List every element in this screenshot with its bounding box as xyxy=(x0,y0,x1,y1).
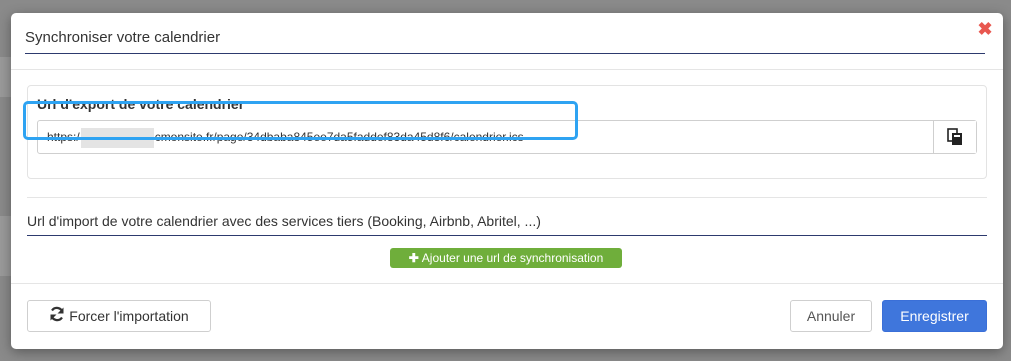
export-url-input[interactable]: https:/ cmonsite.fr/page/34dbaba845ee7da5… xyxy=(38,121,933,153)
export-panel: Url d'export de votre calendrier https:/… xyxy=(27,85,987,179)
force-import-button[interactable]: Forcer l'importation xyxy=(27,300,211,332)
copy-url-button[interactable] xyxy=(933,121,976,153)
plus-icon: ✚ xyxy=(408,251,419,265)
export-url-label: Url d'export de votre calendrier xyxy=(37,96,245,112)
import-url-label: Url d'import de votre calendrier avec de… xyxy=(27,213,987,236)
modal-footer-divider xyxy=(11,283,1003,284)
force-import-label: Forcer l'importation xyxy=(69,308,189,324)
cancel-button[interactable]: Annuler xyxy=(790,300,872,332)
modal-header: Synchroniser votre calendrier ✖ xyxy=(11,13,1003,70)
url-prefix: https:/ xyxy=(47,130,80,144)
save-button[interactable]: Enregistrer xyxy=(882,300,987,332)
url-suffix: cmonsite.fr/page/34dbaba845ee7da5faddef8… xyxy=(154,130,524,144)
section-divider xyxy=(27,197,987,198)
copy-icon xyxy=(947,128,962,145)
add-sync-url-label: Ajouter une url de synchronisation xyxy=(421,251,604,265)
redacted-region xyxy=(80,127,154,148)
modal-title: Synchroniser votre calendrier xyxy=(25,29,985,54)
close-icon[interactable]: ✖ xyxy=(977,20,993,38)
refresh-icon xyxy=(49,302,65,332)
add-sync-url-button[interactable]: ✚ Ajouter une url de synchronisation xyxy=(390,248,622,268)
sync-calendar-modal: Synchroniser votre calendrier ✖ Url d'ex… xyxy=(11,13,1003,349)
export-url-group: https:/ cmonsite.fr/page/34dbaba845ee7da5… xyxy=(37,120,977,154)
